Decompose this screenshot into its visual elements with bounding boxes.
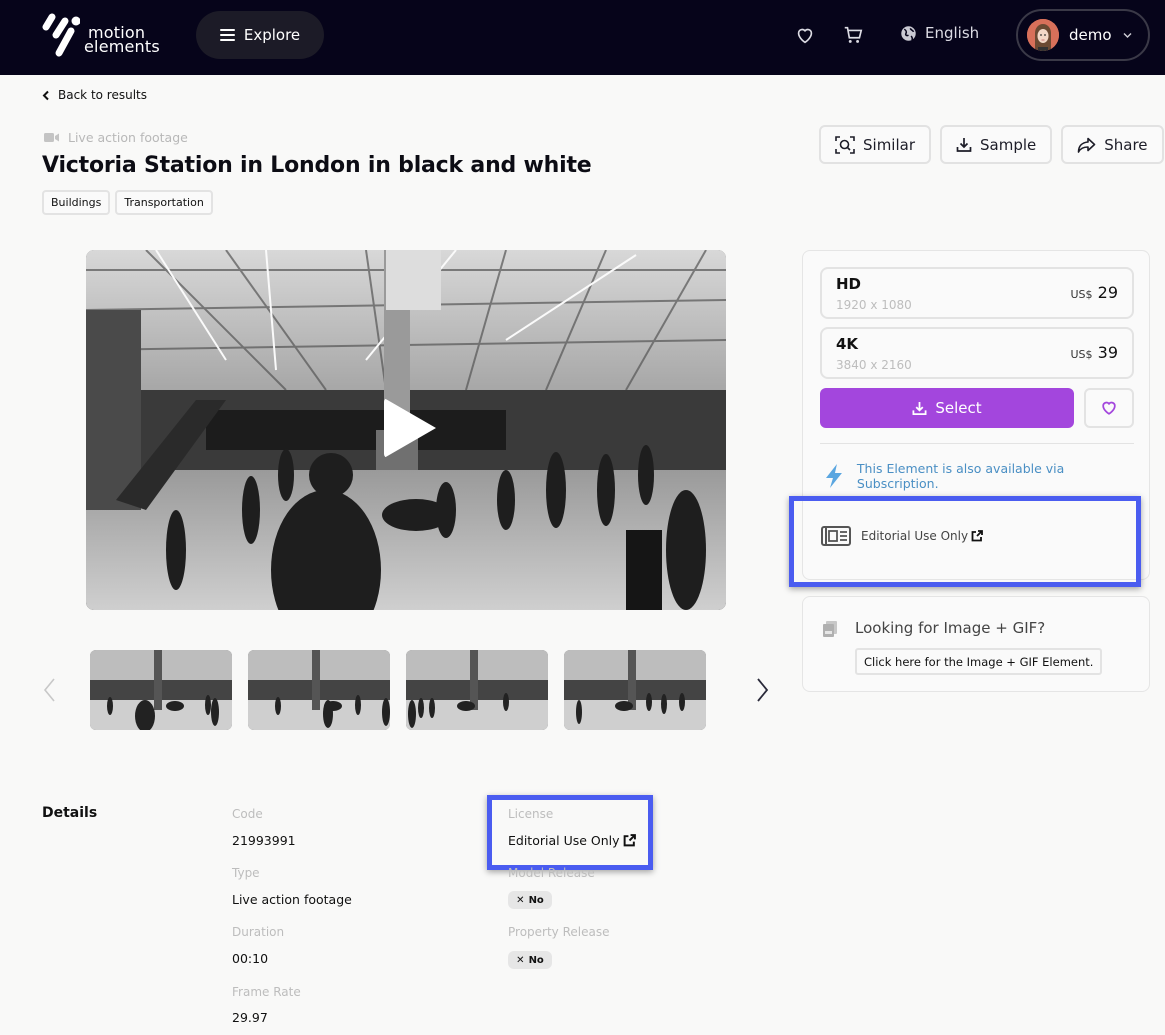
sample-label: Sample: [980, 135, 1037, 154]
tag-list: Buildings Transportation: [42, 190, 213, 215]
share-icon: [1077, 137, 1096, 153]
download-icon: [956, 137, 972, 152]
option-price-value: 39: [1097, 343, 1118, 362]
similar-label: Similar: [863, 135, 915, 154]
globe-icon: [901, 25, 916, 41]
tag-buildings[interactable]: Buildings: [42, 190, 111, 215]
explore-label: Explore: [243, 26, 301, 44]
option-price-value: 29: [1097, 283, 1118, 302]
thumbnails-next-arrow-icon[interactable]: [752, 675, 772, 705]
add-to-favorites-button[interactable]: [1084, 388, 1134, 428]
duration-value: 00:10: [232, 951, 269, 966]
video-camera-icon: [44, 133, 59, 142]
panel-divider: [820, 443, 1134, 444]
type-value: Live action footage: [232, 892, 352, 907]
similar-search-icon: [835, 135, 855, 154]
details-heading: Details: [42, 805, 98, 821]
type-label: Type: [232, 866, 260, 880]
action-buttons: Similar Sample Share: [819, 125, 1164, 164]
thumbnail-1[interactable]: [90, 650, 232, 730]
language-selector[interactable]: English: [900, 24, 979, 42]
subscription-link[interactable]: This Element is also available via Subsc…: [823, 461, 1149, 491]
chevron-down-icon: [1123, 33, 1132, 38]
language-label: English: [925, 24, 980, 42]
duration-label: Duration: [232, 925, 285, 939]
license-value-link[interactable]: Editorial Use Only: [508, 833, 636, 848]
element-type-label: Live action footage: [68, 130, 188, 145]
top-navbar: motion elements Explore English demo: [0, 0, 1165, 75]
hamburger-menu-icon: [219, 29, 235, 41]
frame-rate-value: 29.97: [232, 1010, 268, 1025]
editorial-license-link[interactable]: Editorial Use Only: [821, 526, 983, 546]
model-release-badge: ✕ No: [508, 891, 552, 909]
option-name: 4K: [836, 335, 859, 353]
newspaper-icon: [821, 526, 851, 546]
video-preview[interactable]: [86, 250, 726, 610]
images-stack-icon: [823, 621, 837, 637]
price-option-4k[interactable]: 4K 3840 x 2160 US$ 39: [820, 327, 1134, 379]
model-release-label: Model Release: [508, 866, 595, 880]
tag-transportation[interactable]: Transportation: [115, 190, 213, 215]
external-link-icon: [971, 530, 983, 542]
license-value: Editorial Use Only: [508, 833, 620, 848]
option-resolution: 3840 x 2160: [836, 358, 912, 372]
select-button[interactable]: Select: [820, 388, 1074, 428]
license-text: Editorial Use Only: [861, 529, 969, 543]
thumbnail-4[interactable]: [564, 650, 706, 730]
logo-text-elements: elements: [84, 37, 160, 56]
cart-icon[interactable]: [842, 24, 864, 46]
motion-elements-logo[interactable]: motion elements: [40, 13, 160, 59]
logo-text: motion elements: [84, 25, 160, 56]
play-button-icon[interactable]: [384, 398, 436, 458]
code-label: Code: [232, 807, 263, 821]
thumbnail-3[interactable]: [406, 650, 548, 730]
price-option-hd[interactable]: HD 1920 x 1080 US$ 29: [820, 267, 1134, 319]
option-price: US$ 39: [1071, 343, 1119, 362]
avatar: [1027, 19, 1059, 51]
user-menu-button[interactable]: demo: [1016, 9, 1150, 61]
model-release-value: No: [528, 894, 544, 906]
thumbnail-strip: [90, 650, 722, 730]
frame-rate-label: Frame Rate: [232, 985, 301, 999]
option-resolution: 1920 x 1080: [836, 298, 912, 312]
license-label: License: [508, 807, 554, 821]
download-icon: [912, 401, 927, 415]
sample-button[interactable]: Sample: [940, 125, 1053, 164]
share-label: Share: [1104, 135, 1148, 154]
select-label: Select: [935, 399, 982, 417]
heart-icon: [1102, 401, 1116, 415]
x-mark-icon: ✕: [516, 954, 525, 966]
x-mark-icon: ✕: [516, 894, 525, 906]
explore-button[interactable]: Explore: [196, 11, 324, 59]
heart-icon[interactable]: [794, 24, 816, 46]
option-price: US$ 29: [1071, 283, 1119, 302]
subscription-text: This Element is also available via Subsc…: [856, 461, 1065, 491]
element-type: Live action footage: [44, 130, 188, 145]
option-currency: US$: [1070, 288, 1093, 301]
property-release-value: No: [528, 954, 544, 966]
pricing-panel: HD 1920 x 1080 US$ 29 4K 3840 x 2160 US$…: [802, 250, 1150, 580]
property-release-label: Property Release: [508, 925, 610, 939]
image-gif-panel: Looking for Image + GIF? Click here for …: [802, 596, 1150, 692]
similar-button[interactable]: Similar: [819, 125, 931, 164]
share-button[interactable]: Share: [1061, 125, 1164, 164]
thumbnails-prev-arrow-icon[interactable]: [40, 675, 60, 705]
external-link-icon: [623, 834, 636, 847]
logo-mark-icon: [42, 13, 80, 57]
back-label: Back to results: [58, 88, 148, 102]
option-currency: US$: [1070, 348, 1093, 361]
image-gif-element-button[interactable]: Click here for the Image + GIF Element.: [855, 648, 1103, 675]
gif-panel-title: Looking for Image + GIF?: [855, 619, 1046, 637]
option-name: HD: [836, 275, 862, 293]
back-to-results-link[interactable]: Back to results: [42, 88, 147, 102]
lightning-bolt-icon: [825, 464, 842, 488]
property-release-badge: ✕ No: [508, 951, 552, 969]
code-value: 21993991: [232, 833, 296, 848]
chevron-left-icon: [42, 90, 49, 100]
username-label: demo: [1069, 26, 1112, 44]
page-title: Victoria Station in London in black and …: [42, 153, 592, 178]
thumbnail-2[interactable]: [248, 650, 390, 730]
